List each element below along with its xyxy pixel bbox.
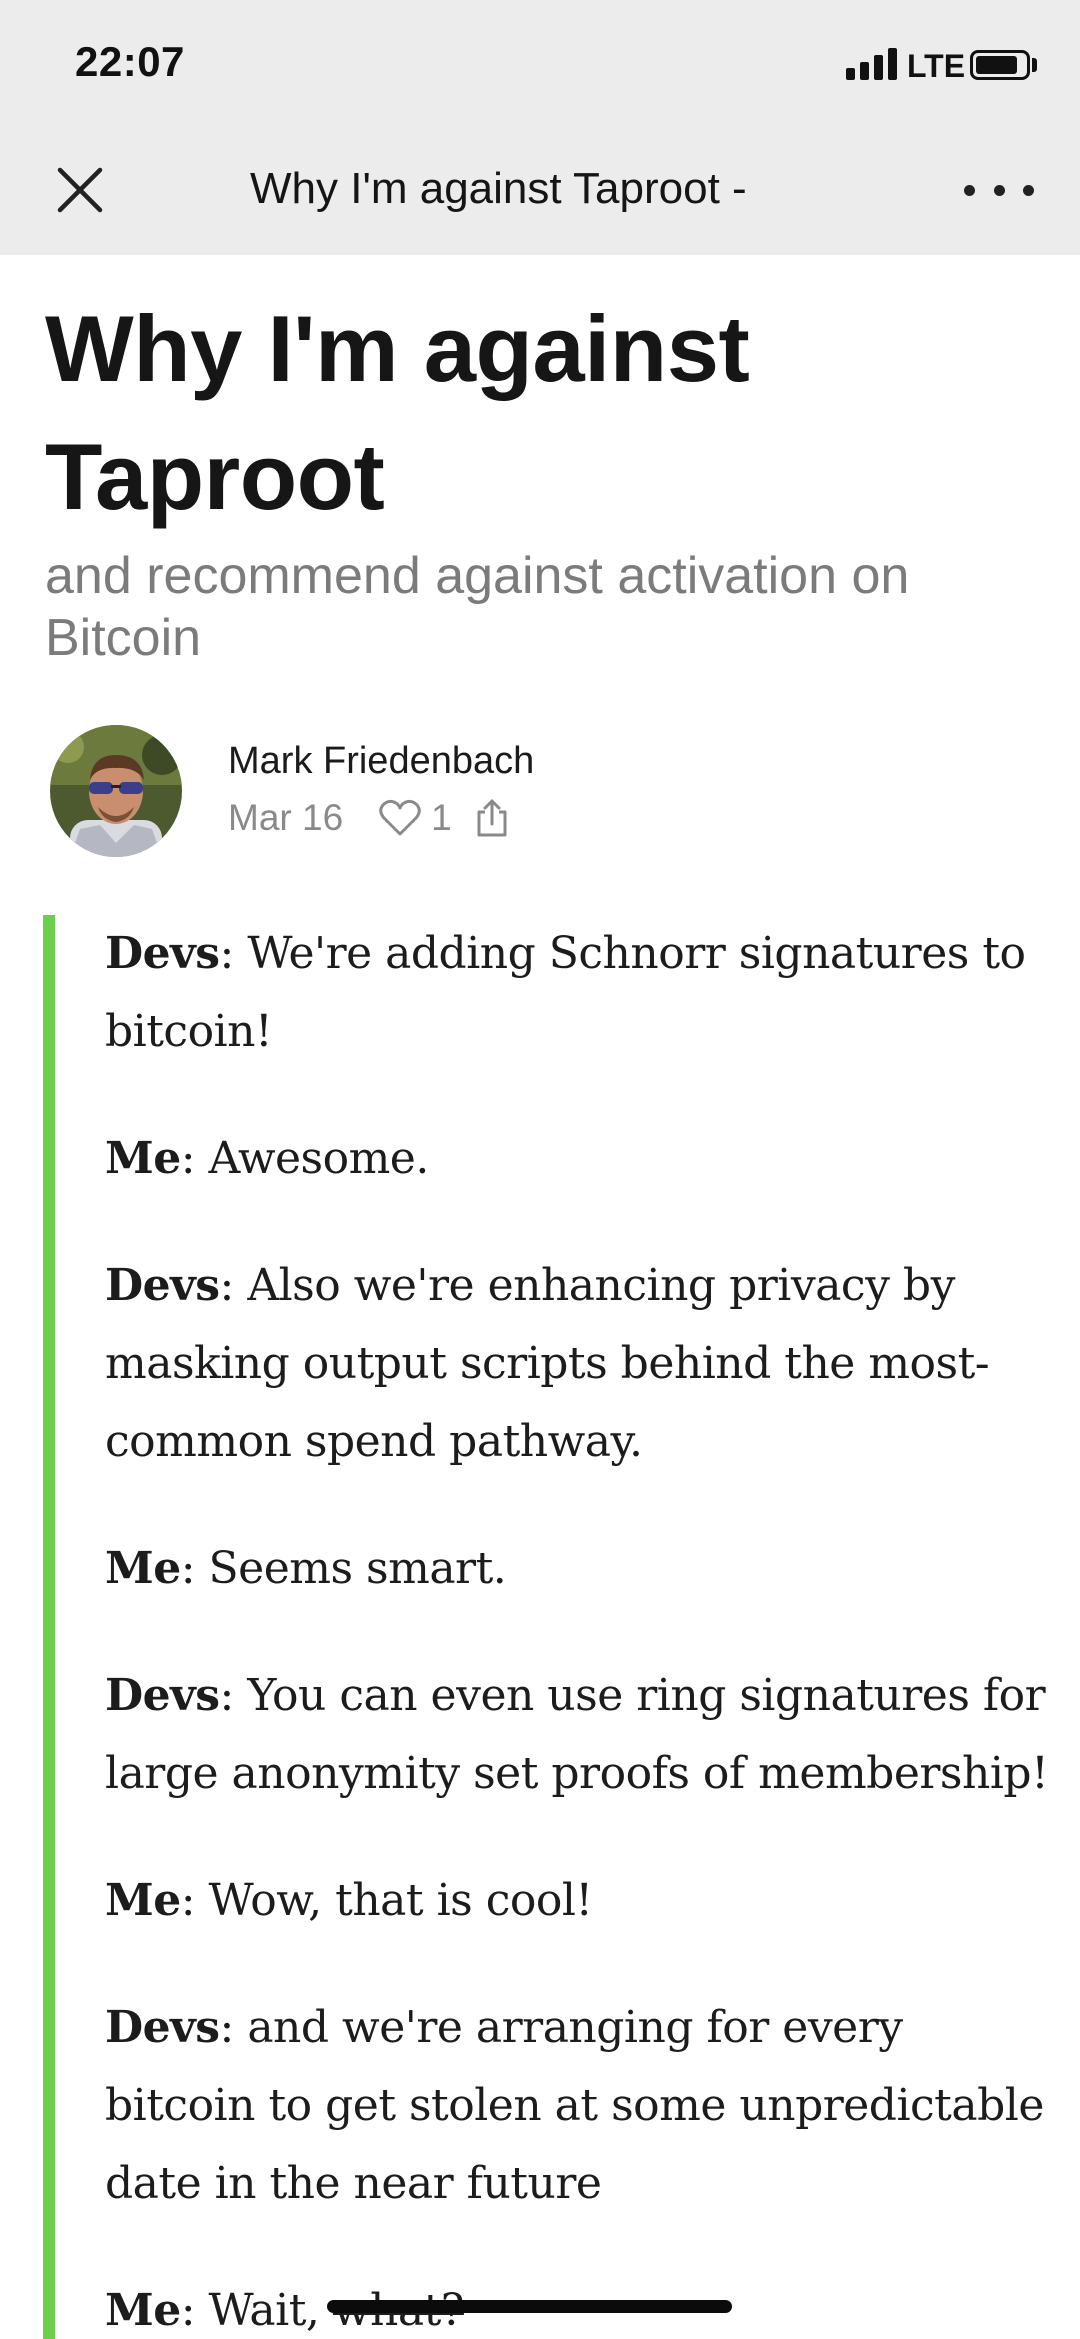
- more-dots-icon: [964, 184, 975, 196]
- post-meta: Mar 16 1: [228, 795, 510, 841]
- like-count: 1: [431, 797, 452, 838]
- quote-text: Seems smart.: [208, 1543, 507, 1594]
- close-icon: [57, 167, 103, 213]
- speaker-label: Devs: [105, 928, 220, 979]
- network-label: LTE: [907, 48, 966, 84]
- like-button[interactable]: 1: [379, 797, 452, 839]
- quote-text: You can even use ring signatures for lar…: [105, 1670, 1049, 1799]
- share-button[interactable]: [474, 797, 510, 839]
- heart-icon: [379, 799, 421, 836]
- speaker-label: Me: [105, 1543, 181, 1594]
- more-options-button[interactable]: [964, 170, 1034, 210]
- post-date: Mar 16: [228, 797, 344, 838]
- status-time: 22:07: [75, 38, 185, 85]
- battery-icon: [970, 50, 1030, 80]
- battery-cap: [1032, 58, 1037, 72]
- quote-text: Wow, that is cool!: [208, 1875, 594, 1926]
- avatar-photo: [50, 725, 182, 857]
- speaker-label: Devs: [105, 1670, 220, 1721]
- author-avatar[interactable]: [50, 725, 182, 857]
- quote-line: Devs: You can even use ring signatures f…: [105, 1670, 1049, 1799]
- speaker-label: Devs: [105, 1260, 220, 1311]
- post-title: Why I'm against Taproot: [45, 296, 750, 529]
- speaker-label: Devs: [105, 2002, 220, 2053]
- quote-text: Wait,: [208, 2285, 333, 2336]
- share-icon: [477, 799, 507, 837]
- speaker-label: Me: [105, 2285, 181, 2336]
- speaker-label: Me: [105, 1875, 181, 1926]
- nav-bar: Why I'm against Taproot -: [0, 130, 1080, 255]
- home-indicator[interactable]: [327, 2300, 732, 2313]
- speaker-label: Me: [105, 1133, 181, 1184]
- quote-line: Devs: We're adding Schnorr signatures to…: [105, 928, 1026, 1057]
- post-subtitle: and recommend against activation on Bitc…: [45, 547, 910, 667]
- quote-line: Me: Awesome.: [105, 1133, 430, 1184]
- status-bar: 22:07 LTE: [0, 0, 1080, 130]
- quote-text: Awesome.: [208, 1133, 430, 1184]
- nav-title: Why I'm against Taproot -: [250, 164, 747, 213]
- author-name[interactable]: Mark Friedenbach: [228, 740, 534, 783]
- close-button[interactable]: [50, 160, 112, 222]
- battery-fill: [976, 56, 1017, 74]
- quote-line: Me: Wow, that is cool!: [105, 1875, 594, 1926]
- quote-line: Devs: Also we're enhancing privacy by ma…: [105, 1260, 990, 1467]
- signal-strength-icon: [846, 48, 898, 80]
- quote-line: Devs: and we're arranging for every bitc…: [105, 2002, 1044, 2209]
- post-body-quote: Devs: We're adding Schnorr signatures to…: [105, 915, 1055, 2339]
- quote-line: Me: Seems smart.: [105, 1543, 507, 1594]
- quote-accent-bar: [43, 915, 55, 2339]
